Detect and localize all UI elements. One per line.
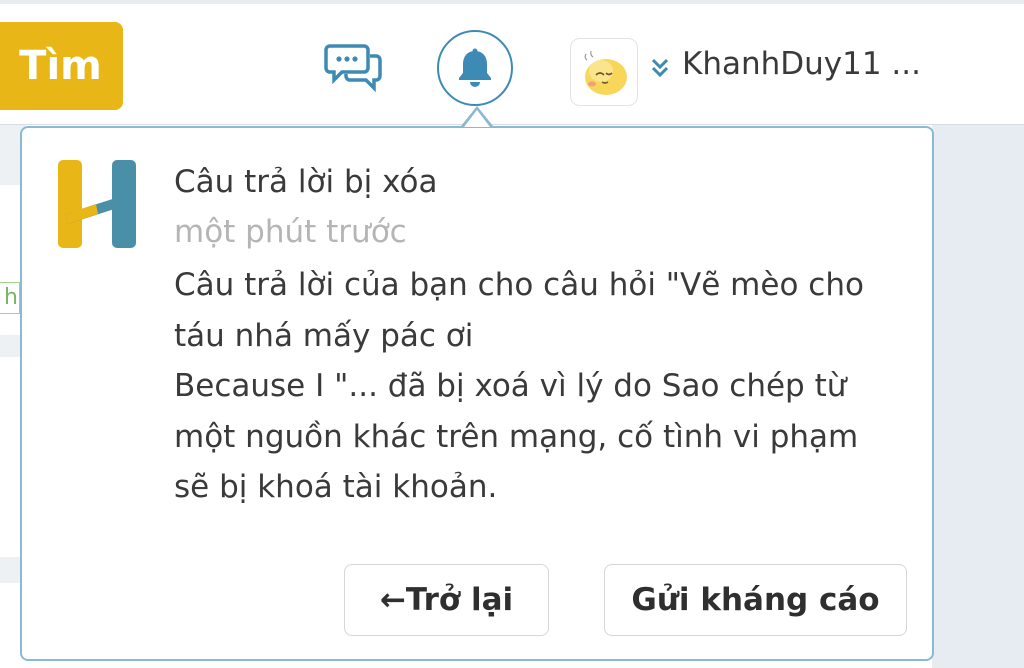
side-tag: h	[0, 282, 20, 314]
right-background	[932, 125, 1024, 668]
appeal-button[interactable]: Gửi kháng cáo	[604, 564, 907, 636]
notification-body-line: Because I "... đã bị xoá vì lý do Sao ch…	[174, 368, 847, 404]
notification-body-line: táu nhá mấy pác ơi	[174, 317, 474, 354]
chevron-double-down-icon[interactable]	[650, 56, 670, 80]
back-button[interactable]: ←Trở lại	[344, 564, 549, 636]
chat-icon[interactable]	[324, 40, 386, 94]
username-label[interactable]: KhanhDuy11 ...	[682, 46, 921, 82]
notification-popover: Câu trả lời bị xóa một phút trước Câu tr…	[20, 126, 934, 661]
notification-body-line: một nguồn khác trên mạng, cố tình vi phạ…	[174, 418, 859, 455]
notification-title: Câu trả lời bị xóa	[174, 164, 438, 200]
hoc247-logo	[56, 158, 138, 250]
notification-time: một phút trước	[174, 214, 407, 250]
notification-body: Câu trả lời của bạn cho câu hỏi "Vẽ mèo …	[174, 260, 894, 513]
top-header: Tìm KhanhDuy11 ...	[0, 4, 1024, 125]
notification-body-line: Câu trả lời của bạn cho câu hỏi "Vẽ mèo …	[174, 267, 864, 303]
bell-icon	[459, 48, 491, 87]
notification-body-line: sẽ bị khoá tài khoản.	[174, 469, 498, 505]
user-avatar[interactable]	[570, 38, 638, 106]
notification-bell-button[interactable]	[437, 30, 513, 106]
search-button[interactable]: Tìm	[0, 22, 123, 110]
popover-arrow-fill	[464, 110, 490, 127]
